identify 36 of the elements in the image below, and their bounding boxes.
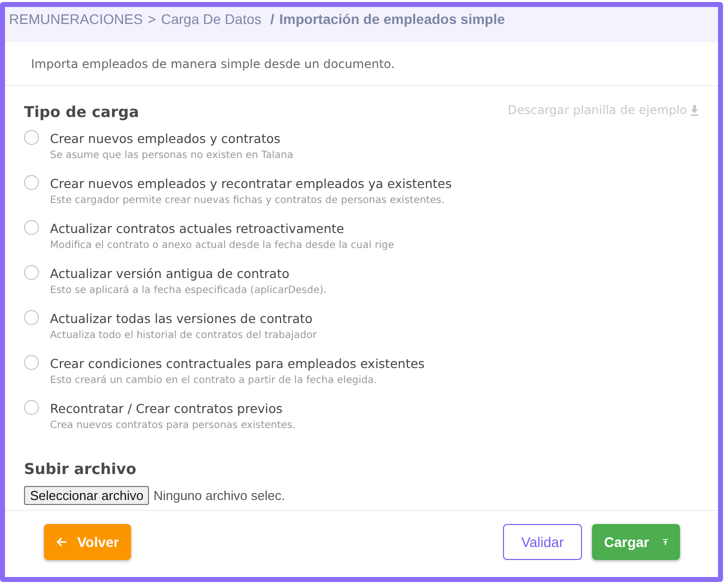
upload-button[interactable]: Cargar: [592, 524, 680, 560]
validate-button[interactable]: Validar: [503, 524, 582, 560]
breadcrumb-current: Importación de empleados simple: [279, 11, 505, 27]
radio-button[interactable]: [24, 355, 39, 370]
option-hint: Crea nuevos contratos para personas existentes.: [50, 420, 296, 431]
option-hint: Se asume que las personas no existen en Talana: [50, 150, 294, 161]
option-label: Crear nuevos empleados y recontratar empleados ya existentes: [50, 176, 452, 191]
option-hint: Modifica el contrato o anexo actual desde la fecha desde la cual rige: [50, 240, 394, 251]
radio-button[interactable]: [24, 310, 39, 325]
radio-button[interactable]: [24, 130, 39, 145]
radio-button[interactable]: [24, 175, 39, 190]
option-hint: Esto se aplicará a la fecha especificada (aplicarDesde).: [50, 285, 327, 296]
section-title: Tipo de carga: [24, 103, 140, 121]
radio-button[interactable]: [24, 220, 39, 235]
page-description: Importa empleados de manera simple desde un documento.: [31, 56, 395, 70]
option-label: Actualizar todas las versiones de contrato: [50, 311, 314, 326]
option-label: Recontratar / Crear contratos previos: [50, 401, 284, 416]
file-status-text: Ninguno archivo selec.: [153, 488, 285, 503]
option-hint: Esto creará un cambio en el contrato a partir de la fecha elegida.: [50, 375, 378, 386]
option-label: Actualizar versión antigua de contrato: [50, 266, 290, 281]
download-icon: [690, 104, 699, 116]
option-label: Crear nuevos empleados y contratos: [50, 131, 282, 146]
file-select-button[interactable]: Seleccionar archivo: [24, 486, 150, 505]
radio-button[interactable]: [24, 400, 39, 415]
breadcrumb-separator: >: [148, 11, 156, 27]
breadcrumb-link[interactable]: Carga De Datos: [160, 11, 262, 27]
section-title: Subir archivo: [24, 460, 138, 478]
option-label: Crear condiciones contractuales para empleados existentes: [50, 356, 425, 371]
option-label: Actualizar contratos actuales retroactivamente: [50, 221, 346, 236]
breadcrumb-separator: /: [270, 11, 274, 27]
radio-button[interactable]: [24, 265, 39, 280]
option-hint: Este cargador permite crear nuevas fichas y contratos de personas existentes.: [50, 195, 446, 206]
breadcrumb-link[interactable]: REMUNERACIONES: [9, 11, 143, 27]
back-button[interactable]: Volver: [44, 524, 131, 560]
option-hint: Actualiza todo el historial de contratos del trabajador: [50, 330, 317, 341]
left-arrow-icon: [56, 535, 68, 549]
